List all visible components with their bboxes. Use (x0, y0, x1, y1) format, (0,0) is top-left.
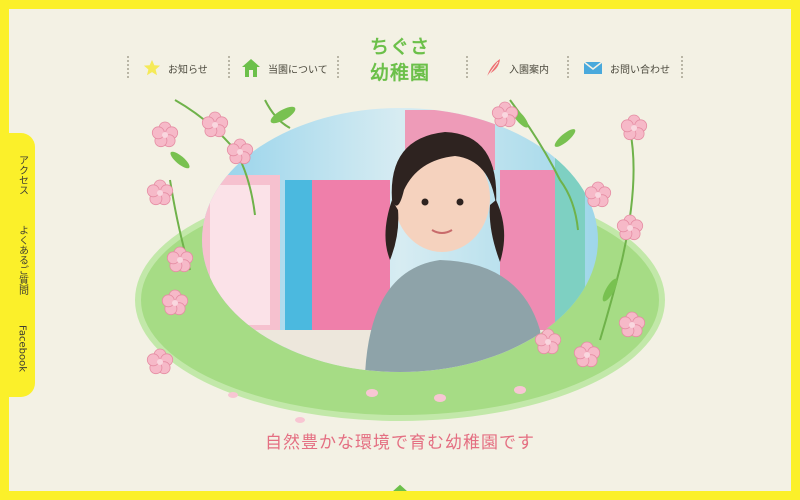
nav-item-contact[interactable]: お問い合わせ (583, 58, 670, 78)
nav-item-admission[interactable]: 入園案内 (484, 58, 549, 78)
side-tab: アクセス よくあるご質問 Facebook (9, 133, 35, 397)
house-icon (242, 59, 260, 77)
nav-divider (567, 56, 569, 78)
main-nav: お知らせ 当園について 入園案内 お問い合わせ (0, 44, 800, 90)
nav-divider (681, 56, 683, 78)
nav-divider (228, 56, 230, 78)
nav-item-label: 当園について (268, 64, 328, 76)
side-link-faq[interactable]: よくあるご質問 (9, 225, 35, 295)
house-icon[interactable] (392, 484, 408, 500)
nav-item-news[interactable]: お知らせ (143, 58, 208, 78)
nav-divider (337, 56, 339, 78)
nav-item-label: お問い合わせ (610, 64, 670, 76)
nav-divider (127, 56, 129, 78)
side-link-access[interactable]: アクセス (9, 155, 35, 195)
star-icon (143, 59, 161, 76)
nav-item-label: お知らせ (168, 64, 208, 76)
mail-icon (583, 61, 603, 74)
nav-item-about[interactable]: 当園について (241, 58, 328, 78)
nav-item-label: 入園案内 (509, 64, 549, 76)
side-link-facebook[interactable]: Facebook (9, 325, 35, 372)
hero-tagline: 自然豊かな環境で育む幼稚園です (265, 433, 535, 453)
feather-icon (486, 59, 500, 78)
nav-divider (466, 56, 468, 78)
